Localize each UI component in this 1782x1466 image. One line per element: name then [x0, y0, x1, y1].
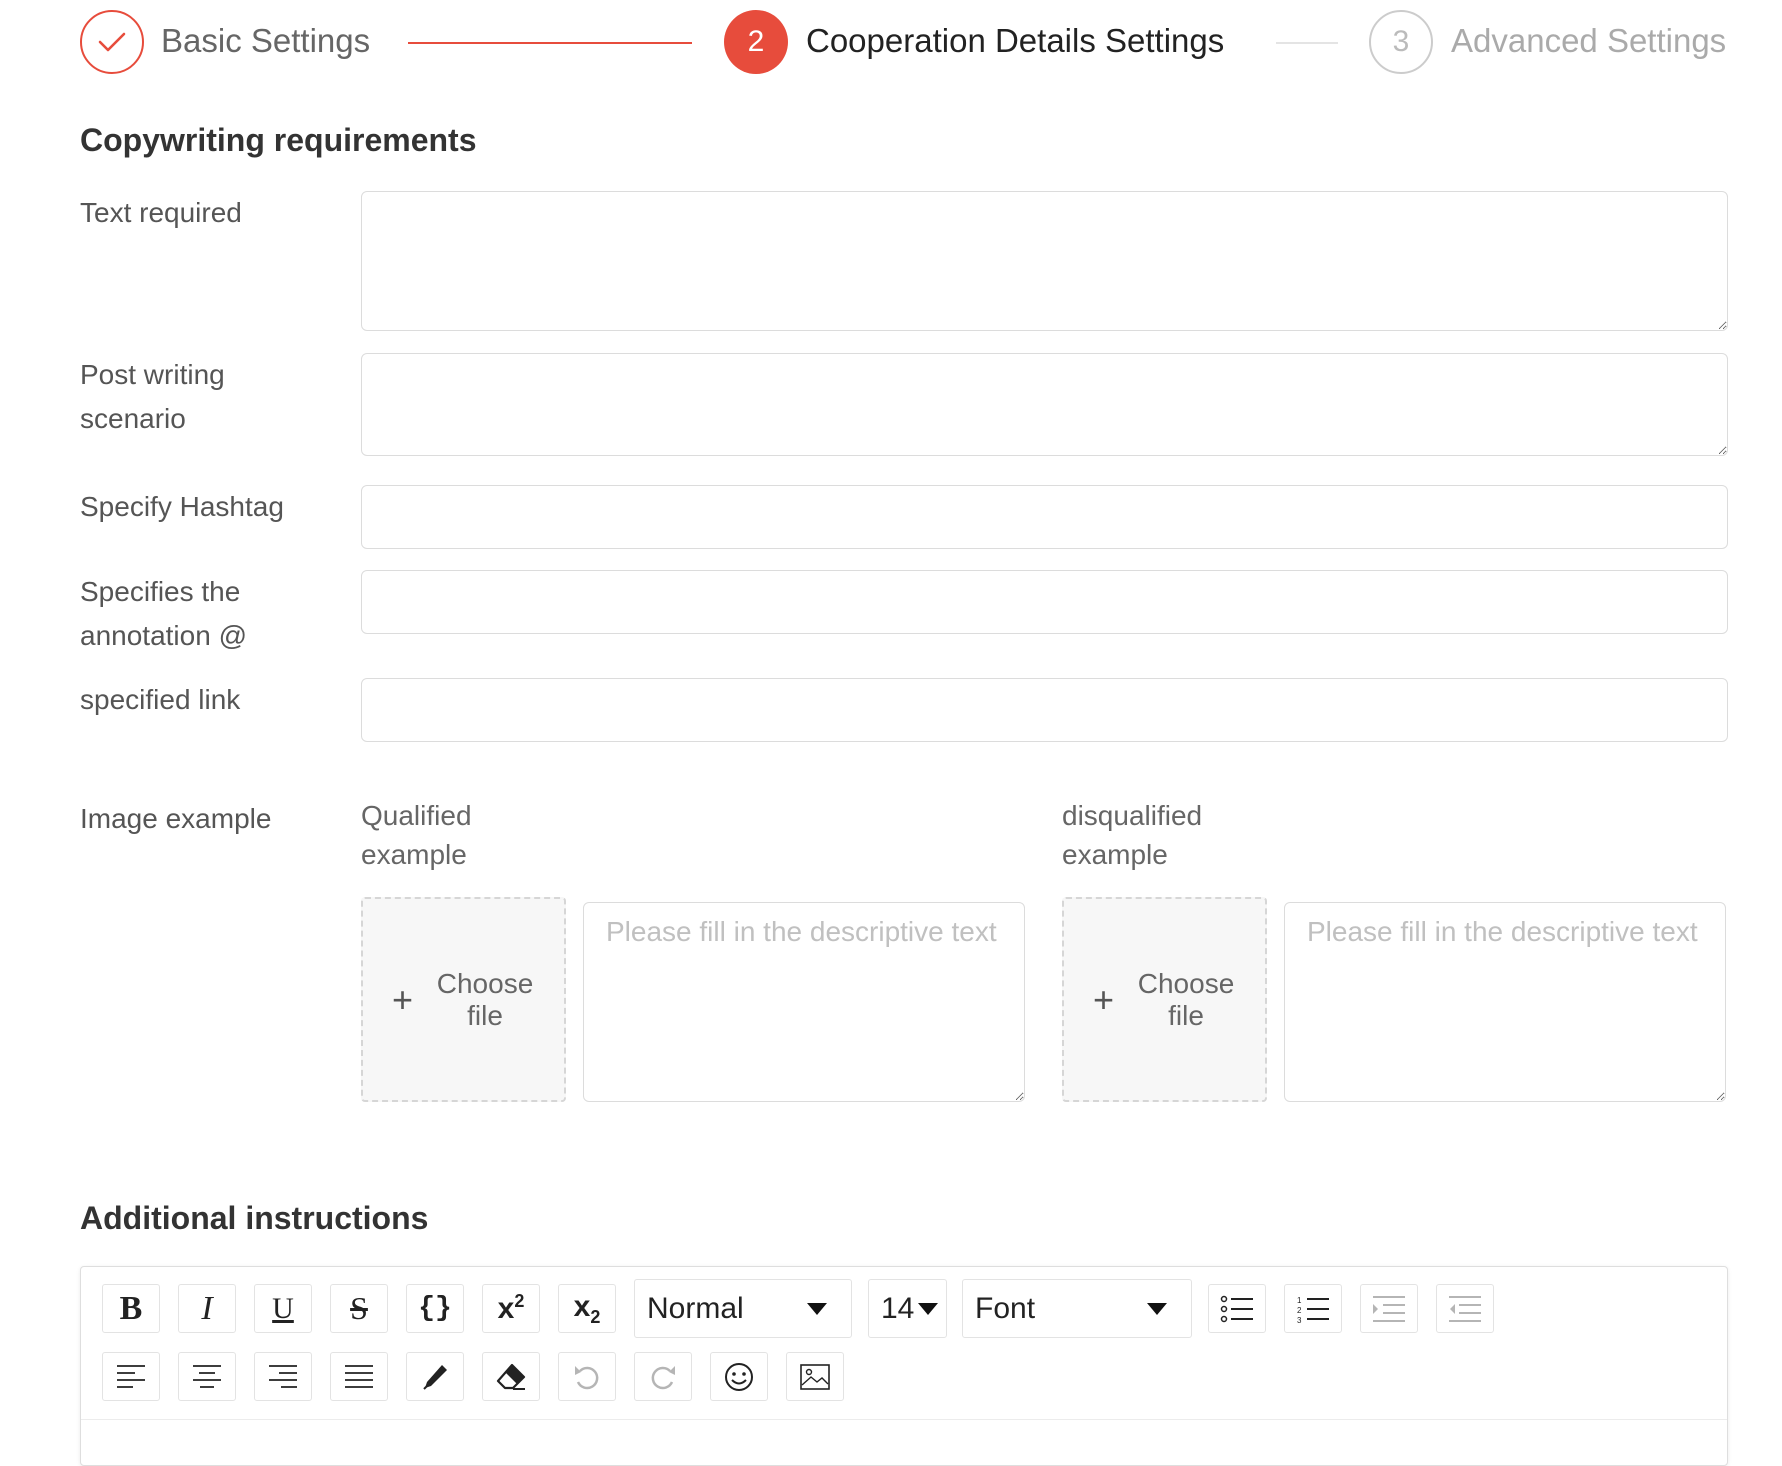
bullet-list-icon[interactable] [1208, 1284, 1266, 1333]
font-size-select[interactable]: 14 [868, 1279, 947, 1338]
chevron-down-icon [807, 1303, 827, 1315]
step-2-connector [1276, 42, 1338, 44]
plus-icon: + [391, 978, 414, 1020]
disqualified-description-input[interactable] [1284, 902, 1726, 1102]
font-family-value: Font [975, 1291, 1036, 1325]
link-label: specified link [80, 684, 241, 715]
rich-text-editor: B I U S {} x2 x2 Normal 14 Font 1 2 3 [80, 1266, 1728, 1466]
post-scenario-input[interactable] [361, 353, 1728, 456]
post-scenario-label: Post writing scenario [80, 359, 225, 434]
chevron-down-icon [918, 1303, 938, 1315]
step-1-title: Basic Settings [161, 22, 371, 59]
steps-bar: Basic Settings 2 Cooperation Details Set… [80, 10, 1728, 74]
step-1-check-icon [80, 10, 144, 74]
editor-toolbar: B I U S {} x2 x2 Normal 14 Font 1 2 3 [81, 1267, 1727, 1420]
text-color-pen-icon[interactable] [406, 1352, 464, 1401]
step-2-number: 2 [724, 10, 788, 74]
indent-icon[interactable] [1360, 1284, 1418, 1333]
image-icon[interactable] [786, 1352, 844, 1401]
qualified-choose-file-button[interactable]: + Choose file [361, 897, 566, 1102]
disqualified-choose-file-button[interactable]: + Choose file [1062, 897, 1267, 1102]
annotation-input[interactable] [361, 570, 1728, 634]
underline-icon[interactable]: U [254, 1284, 312, 1333]
undo-icon[interactable] [558, 1352, 616, 1401]
hashtag-label: Specify Hashtag [80, 491, 284, 522]
copywriting-section-title: Copywriting requirements [80, 122, 477, 158]
chevron-down-icon [1147, 1303, 1167, 1315]
superscript-icon[interactable]: x2 [482, 1284, 540, 1333]
eraser-icon[interactable] [482, 1352, 540, 1401]
align-justify-icon[interactable] [330, 1352, 388, 1401]
disqualified-example-label: disqualified example [1062, 800, 1203, 870]
qualified-description-input[interactable] [583, 902, 1025, 1102]
image-example-label: Image example [80, 803, 272, 834]
plus-icon: + [1092, 978, 1115, 1020]
choose-file-label: Choose file [436, 967, 534, 1031]
link-input[interactable] [361, 678, 1728, 742]
svg-text:3: 3 [1297, 1316, 1302, 1323]
font-family-select[interactable]: Font [962, 1279, 1192, 1338]
step-2-title: Cooperation Details Settings [806, 22, 1225, 59]
ordered-list-icon[interactable]: 123 [1284, 1284, 1342, 1333]
code-block-icon[interactable]: {} [406, 1284, 464, 1333]
header-style-value: Normal [647, 1291, 744, 1325]
choose-file-label: Choose file [1137, 967, 1235, 1031]
qualified-example-label: Qualified example [361, 800, 472, 870]
text-required-input[interactable] [361, 191, 1728, 331]
hashtag-input[interactable] [361, 485, 1728, 549]
editor-content-area[interactable] [81, 1421, 1727, 1465]
step-1-connector [408, 42, 692, 44]
step-3-number: 3 [1369, 10, 1433, 74]
align-left-icon[interactable] [102, 1352, 160, 1401]
svg-text:1: 1 [1297, 1296, 1302, 1305]
outdent-icon[interactable] [1436, 1284, 1494, 1333]
header-style-select[interactable]: Normal [634, 1279, 852, 1338]
additional-section-title: Additional instructions [80, 1200, 429, 1236]
align-center-icon[interactable] [178, 1352, 236, 1401]
step-3-title: Advanced Settings [1451, 22, 1727, 59]
align-right-icon[interactable] [254, 1352, 312, 1401]
svg-text:2: 2 [1297, 1306, 1302, 1315]
font-size-value: 14 [881, 1291, 915, 1325]
subscript-icon[interactable]: x2 [558, 1284, 616, 1333]
strikethrough-icon[interactable]: S [330, 1284, 388, 1333]
italic-icon[interactable]: I [178, 1284, 236, 1333]
bold-icon[interactable]: B [102, 1284, 160, 1333]
redo-icon[interactable] [634, 1352, 692, 1401]
annotation-label: Specifies the annotation @ [80, 576, 247, 651]
text-required-label: Text required [80, 197, 242, 228]
emoji-icon[interactable] [710, 1352, 768, 1401]
